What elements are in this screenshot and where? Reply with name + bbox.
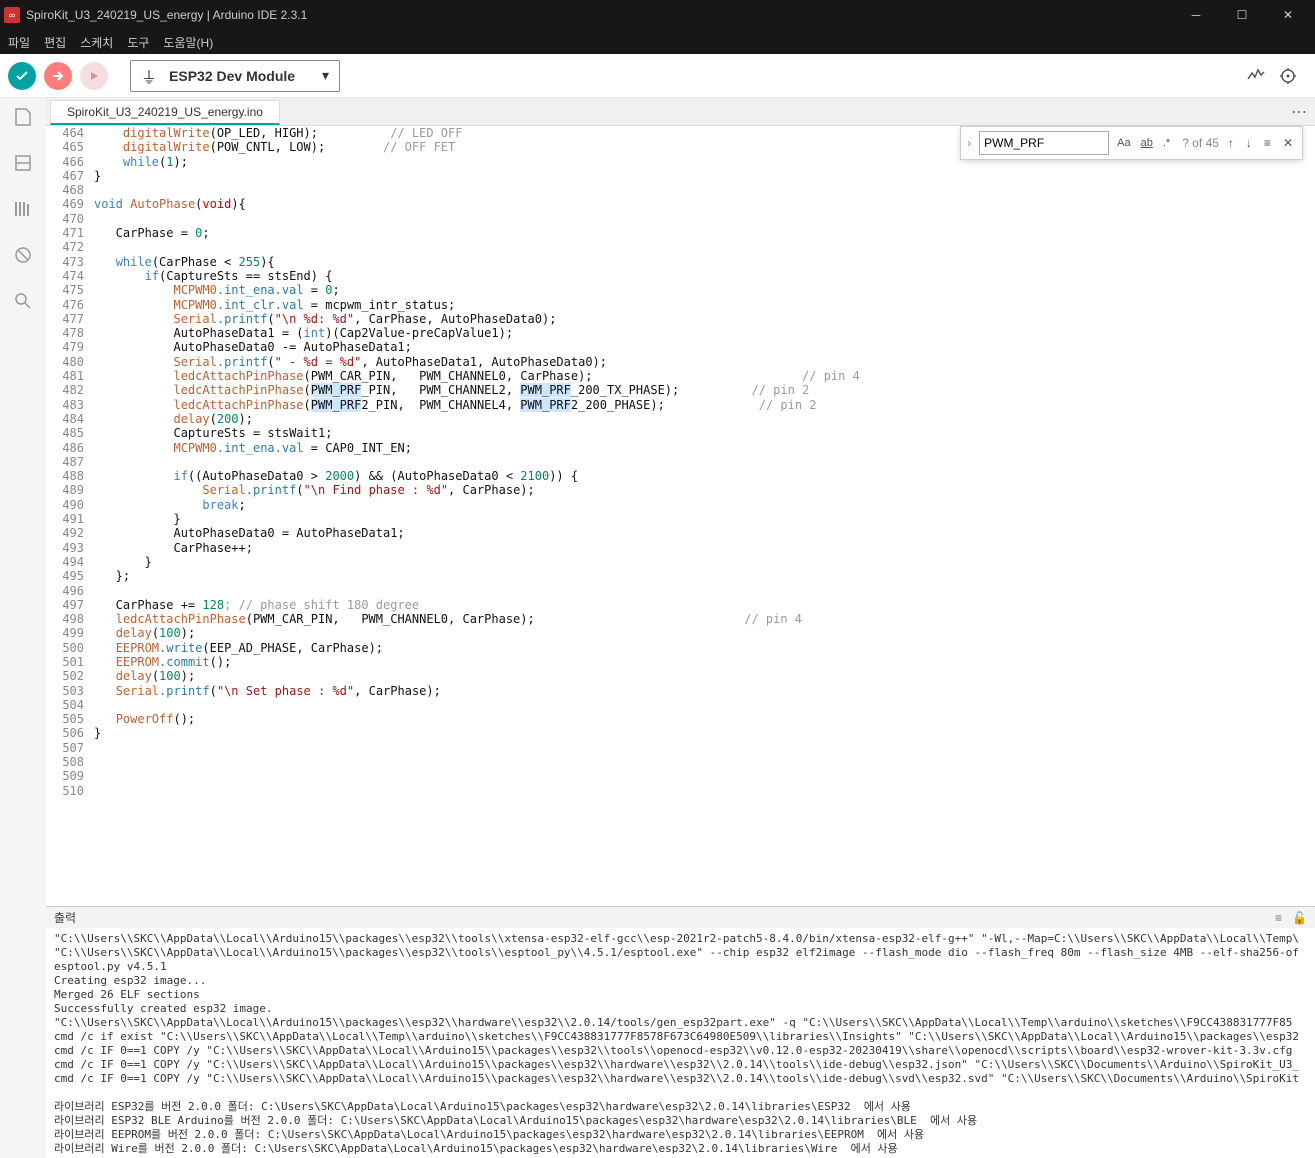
menu-sketch[interactable]: 스케치 (80, 34, 113, 51)
code-editor[interactable]: 464 465 466 467 468 469 470 471 472 473 … (46, 126, 1315, 906)
find-panel: › Aa ab .* ? of 45 ↑ ↓ ≡ ✕ (960, 126, 1303, 160)
find-match-case[interactable]: Aa (1115, 137, 1132, 149)
library-manager-icon[interactable] (12, 198, 34, 220)
menu-edit[interactable]: 편집 (44, 34, 66, 51)
debug-button[interactable] (80, 62, 108, 90)
app-icon: ∞ (4, 7, 20, 23)
line-gutter: 464 465 466 467 468 469 470 471 472 473 … (46, 126, 94, 906)
output-lock-icon[interactable]: 🔓 (1292, 911, 1307, 925)
code-text[interactable]: digitalWrite(OP_LED, HIGH); // LED OFF d… (94, 126, 1315, 906)
activity-bar (0, 98, 46, 1158)
upload-button[interactable] (44, 62, 72, 90)
chevron-down-icon: ▾ (322, 67, 329, 84)
menubar: 파일 편집 스케치 도구 도움말(H) (0, 30, 1315, 54)
debug-icon[interactable] (12, 244, 34, 266)
tab-overflow-icon[interactable]: ⋯ (1291, 102, 1309, 122)
serial-plotter-icon[interactable] (1247, 67, 1265, 85)
output-header: 출력 ≡ 🔓 (46, 906, 1315, 928)
tab-sketch[interactable]: SpiroKit_U3_240219_US_energy.ino (50, 100, 280, 125)
find-close-icon[interactable]: ✕ (1280, 136, 1296, 150)
search-icon[interactable] (12, 290, 34, 312)
find-expand-icon[interactable]: › (965, 136, 973, 150)
output-options-icon[interactable]: ≡ (1275, 911, 1282, 925)
find-count: ? of 45 (1182, 136, 1219, 150)
find-whole-word[interactable]: ab (1139, 137, 1155, 149)
close-button[interactable]: ✕ (1265, 0, 1311, 30)
minimize-button[interactable]: ─ (1173, 0, 1219, 30)
verify-button[interactable] (8, 62, 36, 90)
menu-help[interactable]: 도움말(H) (163, 34, 213, 51)
window-title: SpiroKit_U3_240219_US_energy | Arduino I… (26, 8, 1173, 22)
sketchbook-icon[interactable] (12, 106, 34, 128)
serial-monitor-icon[interactable] (1279, 67, 1297, 85)
maximize-button[interactable]: ☐ (1219, 0, 1265, 30)
find-filter-icon[interactable]: ≡ (1261, 136, 1274, 150)
output-panel[interactable]: "C:\\Users\\SKC\\AppData\\Local\\Arduino… (46, 928, 1315, 1158)
find-next-icon[interactable]: ↓ (1243, 136, 1255, 150)
find-regex[interactable]: .* (1161, 137, 1172, 149)
find-prev-icon[interactable]: ↑ (1225, 136, 1237, 150)
board-selector[interactable]: ⏚ ESP32 Dev Module ▾ (130, 60, 340, 92)
boards-manager-icon[interactable] (12, 152, 34, 174)
menu-file[interactable]: 파일 (8, 34, 30, 51)
find-input[interactable] (979, 131, 1109, 155)
titlebar: ∞ SpiroKit_U3_240219_US_energy | Arduino… (0, 0, 1315, 30)
plug-icon: ⏚ (141, 64, 157, 88)
editor-tabs: SpiroKit_U3_240219_US_energy.ino ⋯ (46, 98, 1315, 126)
menu-tools[interactable]: 도구 (127, 34, 149, 51)
toolbar: ⏚ ESP32 Dev Module ▾ (0, 54, 1315, 98)
board-name: ESP32 Dev Module (169, 68, 322, 84)
output-title: 출력 (54, 909, 76, 926)
